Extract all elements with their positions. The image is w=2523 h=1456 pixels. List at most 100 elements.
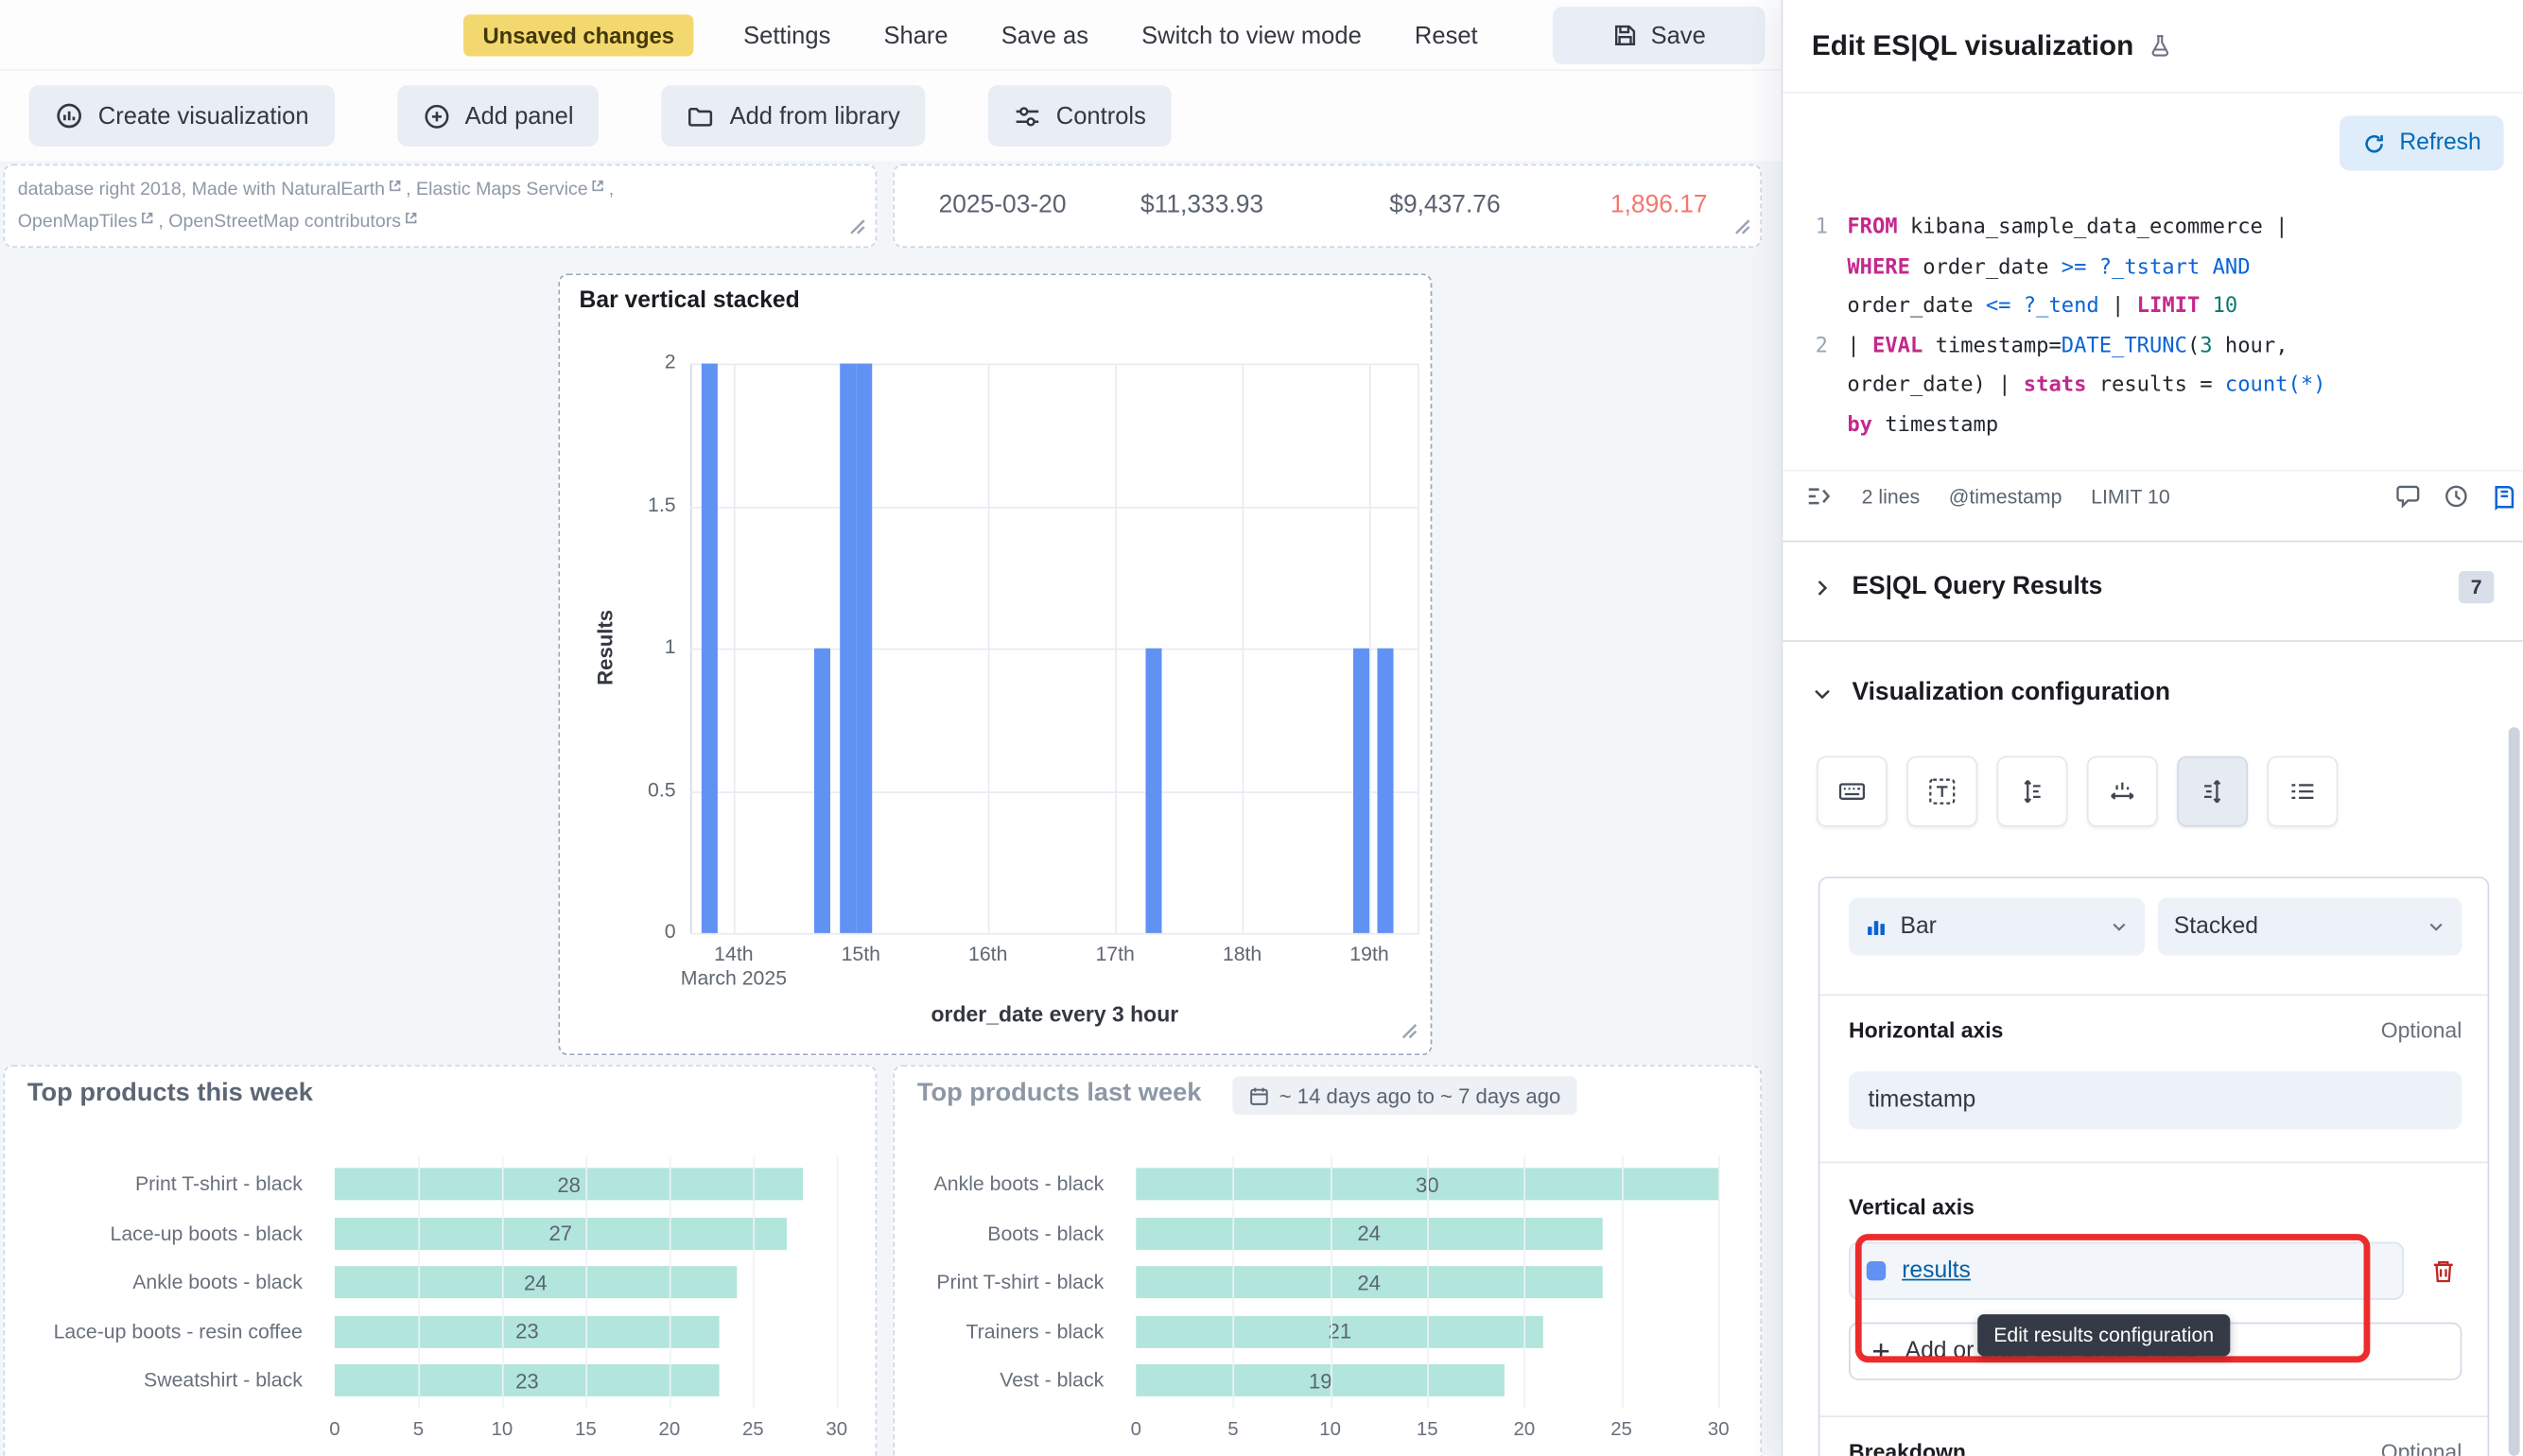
bottom-axis-icon[interactable] bbox=[2087, 756, 2158, 827]
divider bbox=[1783, 640, 2523, 642]
dimension-row: results bbox=[1849, 1242, 2462, 1300]
attribution-link[interactable]: OpenStreetMap contributors bbox=[168, 213, 401, 232]
left-axis-icon[interactable] bbox=[1997, 756, 2068, 827]
gridline bbox=[1233, 1156, 1235, 1407]
code-line[interactable]: 1FROM kibana_sample_data_ecommerce | bbox=[1783, 209, 2523, 249]
flyout-scrollbar[interactable] bbox=[2509, 727, 2520, 1456]
code-line[interactable]: 2| EVAL timestamp=DATE_TRUNC(3 hour, bbox=[1783, 328, 2523, 368]
keyboard-icon[interactable] bbox=[1817, 756, 1888, 827]
titles-text-icon[interactable] bbox=[1906, 756, 1977, 827]
attribution-link[interactable]: Made with NaturalEarth bbox=[192, 181, 385, 199]
dashboard-canvas: database right 2018, Made with NaturalEa… bbox=[0, 161, 1782, 1456]
create-visualization-button[interactable]: Create visualization bbox=[29, 85, 335, 147]
attribution-text: , bbox=[406, 181, 416, 199]
category-label: Ankle boots - black bbox=[895, 1173, 1120, 1196]
map-attribution-panel[interactable]: database right 2018, Made with NaturalEa… bbox=[3, 165, 877, 248]
esql-query-results-section[interactable]: ES|QL Query Results 7 bbox=[1783, 542, 2523, 632]
resize-handle-icon[interactable] bbox=[849, 214, 865, 239]
bar-row: Ankle boots - black24 bbox=[5, 1258, 876, 1308]
results-count-badge: 7 bbox=[2459, 571, 2494, 603]
kibana-dashboard-app: Unsaved changes Settings Share Save as Swit… bbox=[0, 0, 2523, 1456]
table-row: 2025-03-20$11,333.93$9,437.761,896.17 bbox=[895, 165, 1760, 246]
category-label: Vest - black bbox=[895, 1369, 1120, 1392]
bar: 28 bbox=[335, 1169, 803, 1201]
category-label: Print T-shirt - black bbox=[5, 1173, 319, 1196]
results-dimension-button[interactable]: results bbox=[1849, 1242, 2404, 1300]
section-label: ES|QL Query Results bbox=[1852, 573, 2102, 602]
stack-mode-value: Stacked bbox=[2174, 913, 2258, 939]
bar bbox=[702, 364, 718, 933]
attribution-link[interactable]: Elastic Maps Service bbox=[416, 181, 588, 199]
gridline bbox=[690, 364, 1419, 366]
results-field-link[interactable]: results bbox=[1902, 1258, 1971, 1284]
code-line[interactable]: order_date) | stats results = count(*) bbox=[1783, 368, 2523, 407]
x-tick-label: 14thMarch 2025 bbox=[672, 943, 794, 991]
stack-mode-select[interactable]: Stacked bbox=[2158, 897, 2462, 955]
attribution-link[interactable]: OpenMapTiles bbox=[18, 213, 138, 232]
x-tick-label: 20 bbox=[1514, 1417, 1536, 1440]
menu-item-switch-to-view-mode[interactable]: Switch to view mode bbox=[1141, 22, 1362, 49]
panel-title: Top products this week bbox=[27, 1080, 313, 1109]
esql-editor-icon bbox=[1805, 482, 1833, 510]
x-tick-label: 0 bbox=[329, 1417, 339, 1440]
chart-type-value: Bar bbox=[1901, 913, 1937, 939]
legend-icon[interactable] bbox=[2267, 756, 2338, 827]
query-history-icon[interactable] bbox=[2443, 482, 2470, 510]
code-line[interactable]: order_date <= ?_tend | LIMIT 10 bbox=[1783, 288, 2523, 328]
data-table-panel[interactable]: 2025-03-20$11,333.93$9,437.761,896.17 bbox=[893, 165, 1762, 248]
gridline bbox=[1243, 364, 1244, 933]
add-panel-button[interactable]: Add panel bbox=[397, 85, 600, 147]
menu-item-save-as[interactable]: Save as bbox=[1001, 22, 1088, 49]
panel-title: Top products last week bbox=[917, 1080, 1202, 1109]
horizontal-axis-field[interactable]: timestamp bbox=[1849, 1071, 2462, 1129]
line-number bbox=[1783, 288, 1847, 328]
x-tick-label: 15 bbox=[575, 1417, 597, 1440]
refresh-label: Refresh bbox=[2399, 130, 2480, 156]
section-label: Visualization configuration bbox=[1852, 679, 2170, 708]
top-products-last-week-panel[interactable]: Top products last week ~ 14 days ago to … bbox=[893, 1065, 1762, 1455]
menu-item-share[interactable]: Share bbox=[883, 22, 948, 49]
refresh-button[interactable]: Refresh bbox=[2340, 116, 2503, 171]
x-tick-label: 15 bbox=[1417, 1417, 1438, 1440]
chart-type-select[interactable]: Bar bbox=[1849, 897, 2145, 955]
category-label: Ankle boots - black bbox=[5, 1272, 319, 1294]
y-tick-label: 2 bbox=[560, 351, 676, 373]
resize-handle-icon[interactable] bbox=[1734, 214, 1750, 239]
add-from-library-button[interactable]: Add from library bbox=[662, 85, 926, 147]
unsaved-changes-badge: Unsaved changes bbox=[463, 14, 693, 56]
resize-handle-icon[interactable] bbox=[1401, 1018, 1418, 1044]
visualization-configuration-section[interactable]: Visualization configuration bbox=[1783, 649, 2523, 738]
code-line[interactable]: WHERE order_date >= ?_tstart AND bbox=[1783, 249, 2523, 288]
time-range-badge[interactable]: ~ 14 days ago to ~ 7 days ago bbox=[1232, 1076, 1576, 1115]
menu-item-reset[interactable]: Reset bbox=[1415, 22, 1478, 49]
breakdown-section: Breakdown Optional bbox=[1819, 1417, 2487, 1456]
x-tick-label: 5 bbox=[1227, 1417, 1238, 1440]
bar bbox=[1145, 649, 1161, 933]
bar bbox=[840, 364, 856, 933]
code-line[interactable]: by timestamp bbox=[1783, 407, 2523, 446]
attribution-text: , bbox=[158, 213, 168, 232]
category-label: Lace-up boots - resin coffee bbox=[5, 1321, 319, 1343]
gridline bbox=[1418, 364, 1419, 933]
time-range-label: ~ 14 days ago to ~ 7 days ago bbox=[1279, 1083, 1561, 1108]
x-tick-label: 10 bbox=[492, 1417, 513, 1440]
y-tick-label: 1.5 bbox=[560, 494, 676, 516]
feedback-comment-icon[interactable] bbox=[2394, 482, 2422, 510]
esql-editor[interactable]: 1FROM kibana_sample_data_ecommerce |WHER… bbox=[1783, 197, 2523, 447]
menu-item-settings[interactable]: Settings bbox=[743, 22, 830, 49]
sliders-icon bbox=[1015, 102, 1042, 130]
bar-row: Print T-shirt - black 28 bbox=[5, 1160, 876, 1209]
bar-track: 23 bbox=[335, 1364, 876, 1396]
save-button[interactable]: Save bbox=[1553, 7, 1766, 64]
flyout-title: Edit ES|QL visualization bbox=[1812, 29, 2133, 63]
controls-button[interactable]: Controls bbox=[988, 85, 1172, 147]
bar-vertical-stacked-panel[interactable]: Bar vertical stacked Results 00.511.5214… bbox=[558, 273, 1432, 1055]
delete-dimension-button[interactable] bbox=[2424, 1252, 2462, 1291]
esql-docs-icon[interactable] bbox=[2491, 482, 2520, 511]
external-link-icon bbox=[141, 206, 155, 236]
screen: Unsaved changes Settings Share Save as Swit… bbox=[0, 0, 2523, 1456]
top-menu: Settings Share Save as Switch to view mode R… bbox=[743, 0, 1478, 71]
top-products-this-week-panel[interactable]: Top products this week Print T-shirt - b… bbox=[3, 1065, 877, 1455]
bar-track: 24 bbox=[1136, 1267, 1760, 1299]
right-axis-icon[interactable] bbox=[2177, 756, 2248, 827]
